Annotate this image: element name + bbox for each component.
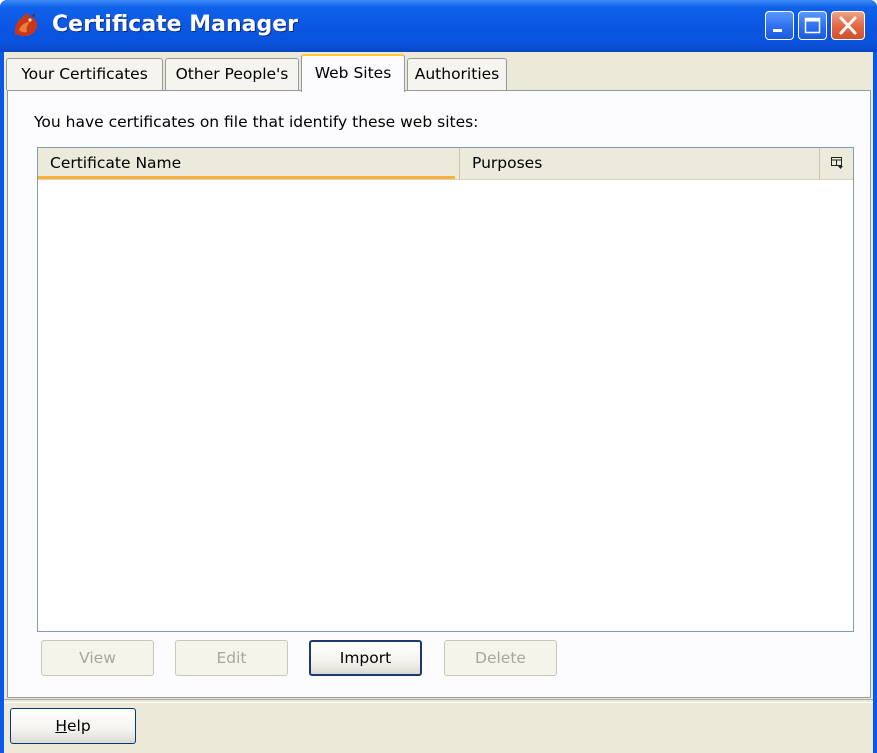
firefox-mozilla-icon: [14, 13, 38, 36]
delete-button[interactable]: Delete: [444, 640, 557, 676]
edit-button[interactable]: Edit: [175, 640, 288, 676]
footer-separator: [4, 699, 873, 703]
button-label: Edit: [216, 649, 247, 667]
tab-label: Authorities: [414, 65, 500, 83]
dialog-client-area: Your Certificates Other People's Web Sit…: [4, 52, 873, 753]
maximize-button[interactable]: [798, 11, 827, 40]
maximize-icon: [804, 17, 821, 34]
tab-your-certificates[interactable]: Your Certificates: [6, 58, 163, 90]
help-label-rest: elp: [66, 717, 91, 735]
close-button[interactable]: [831, 11, 865, 40]
minimize-icon: [773, 29, 782, 32]
window-title: Certificate Manager: [52, 12, 299, 37]
button-label: Import: [339, 649, 392, 667]
tab-label: Your Certificates: [21, 65, 148, 83]
column-header-certificate-name[interactable]: Certificate Name: [38, 148, 460, 179]
tab-label: Other People's: [175, 65, 289, 83]
instruction-text: You have certificates on file that ident…: [34, 113, 479, 131]
certificate-manager-window: Certificate Manager Your Certificates Ot…: [0, 0, 877, 753]
title-bar[interactable]: Certificate Manager: [0, 0, 877, 52]
minimize-button[interactable]: [765, 11, 794, 40]
close-icon: [839, 16, 857, 35]
sort-indicator: [38, 176, 455, 179]
import-button[interactable]: Import: [309, 640, 422, 676]
certificate-tree[interactable]: Certificate Name Purposes: [37, 147, 854, 632]
tab-authorities[interactable]: Authorities: [407, 58, 507, 90]
column-picker-button[interactable]: [820, 148, 853, 179]
button-label: View: [79, 649, 116, 667]
column-label: Purposes: [472, 154, 543, 172]
tab-label: Web Sites: [314, 64, 392, 82]
view-button[interactable]: View: [41, 640, 154, 676]
help-button[interactable]: Help: [10, 708, 136, 744]
help-accesskey: H: [55, 717, 67, 735]
column-label: Certificate Name: [50, 154, 182, 172]
column-picker-icon: [830, 157, 843, 169]
tab-other-peoples[interactable]: Other People's: [165, 58, 299, 90]
column-header-purposes[interactable]: Purposes: [460, 148, 820, 179]
tab-web-sites[interactable]: Web Sites: [301, 54, 405, 92]
tree-body[interactable]: [38, 180, 853, 631]
button-label: Delete: [475, 649, 526, 667]
tree-header: Certificate Name Purposes: [38, 148, 853, 180]
